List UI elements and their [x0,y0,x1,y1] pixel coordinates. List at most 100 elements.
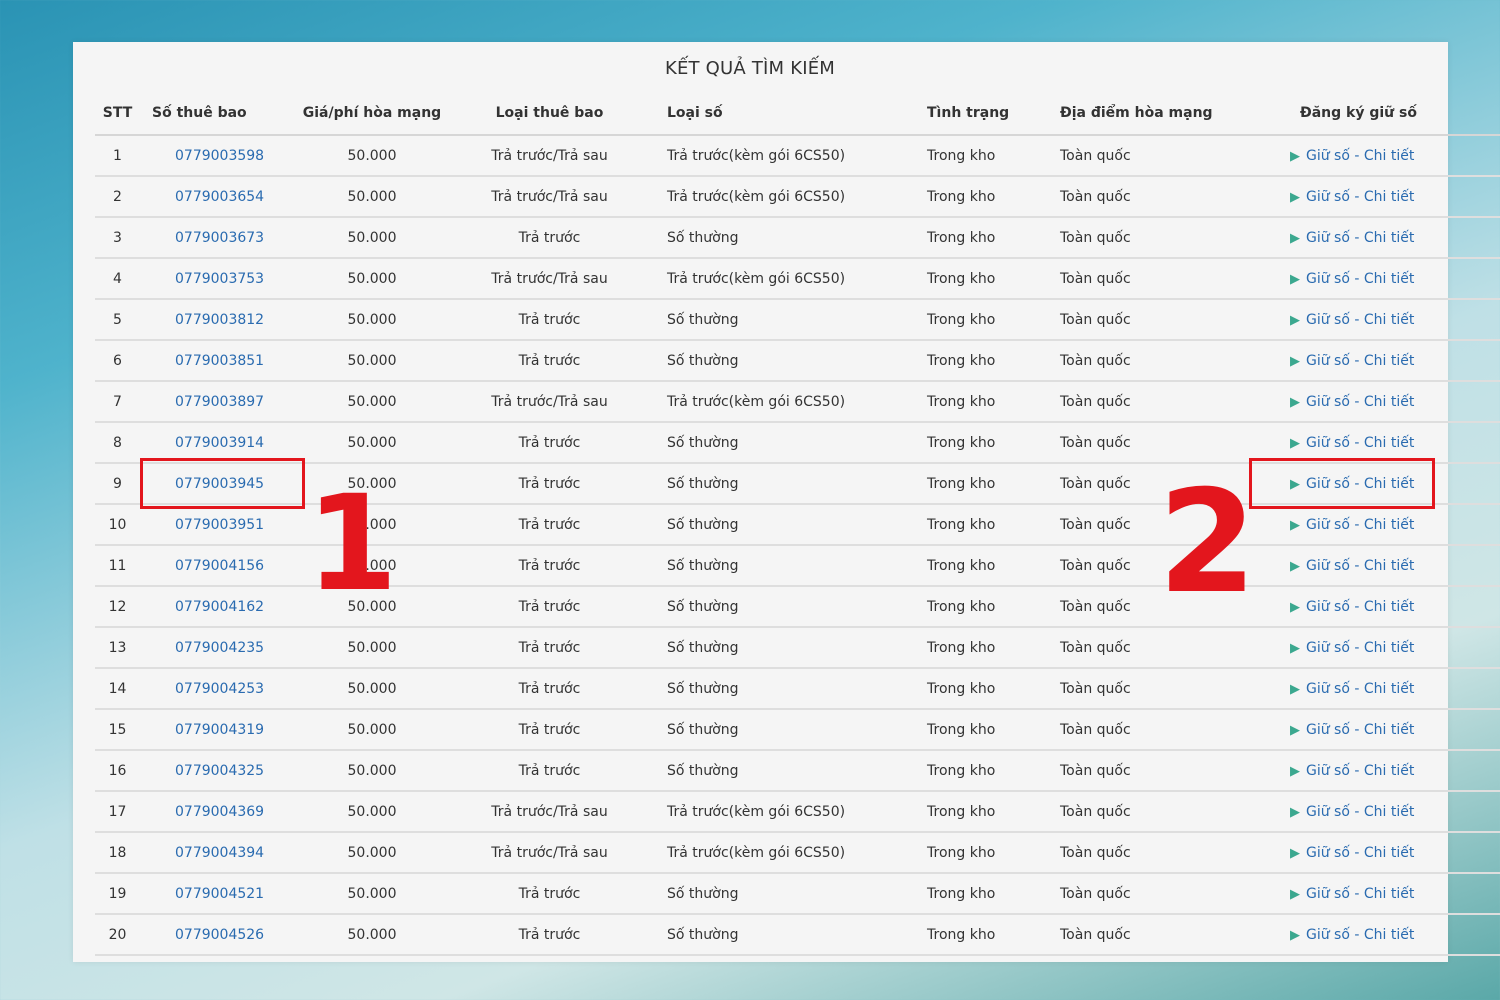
cell-status: Trong kho [922,791,1052,833]
cell-subscription-type: Trả trước [442,504,657,546]
hold-number-link[interactable]: Giữ số [1306,353,1350,369]
phone-number-link[interactable]: 0779004235 [175,640,264,656]
cell-status: Trong kho [922,299,1052,341]
phone-number-link[interactable]: 0779003812 [175,312,264,328]
phone-number-link[interactable]: 0779003673 [175,230,264,246]
detail-link[interactable]: Chi tiết [1364,312,1414,328]
chevron-right-icon: ▶ [1290,148,1300,164]
detail-link[interactable]: Chi tiết [1364,435,1414,451]
detail-link[interactable]: Chi tiết [1364,845,1414,861]
cell-fee: 50.000 [302,791,442,833]
phone-number-link[interactable]: 0779004526 [175,927,264,943]
hold-number-link[interactable]: Giữ số [1306,435,1350,451]
hold-number-link[interactable]: Giữ số [1306,722,1350,738]
detail-link[interactable]: Chi tiết [1364,271,1414,287]
hold-number-link[interactable]: Giữ số [1306,312,1350,328]
hold-number-link[interactable]: Giữ số [1306,517,1350,533]
cell-location: Toàn quốc [1052,381,1265,423]
detail-link[interactable]: Chi tiết [1364,722,1414,738]
cell-subscription-type: Trả trước/Trả sau [442,135,657,177]
cell-status: Trong kho [922,750,1052,792]
cell-number-type: Số thường [657,463,922,505]
col-header-number: Số thuê bao [140,92,302,136]
hold-number-link[interactable]: Giữ số [1306,927,1350,943]
phone-number-link[interactable]: 0779004156 [175,558,264,574]
phone-number-link[interactable]: 0779004253 [175,681,264,697]
phone-number-link[interactable]: 0779003914 [175,435,264,451]
hold-number-link[interactable]: Giữ số [1306,886,1350,902]
table-row: 5 0779003812 50.000 Trả trước Số thường Trong… [95,299,1500,341]
chevron-right-icon: ▶ [1290,189,1300,205]
cell-stt: 16 [95,750,140,792]
cell-number-type: Số thường [657,750,922,792]
detail-link[interactable]: Chi tiết [1364,353,1414,369]
cell-fee: 50.000 [302,422,442,464]
cell-stt: 10 [95,504,140,546]
detail-link[interactable]: Chi tiết [1364,517,1414,533]
cell-fee: 50.000 [302,217,442,259]
link-separator: - [1354,188,1360,205]
cell-subscription-type: Trả trước [442,217,657,259]
table-row: 16 0779004325 50.000 Trả trước Số thường Tron… [95,750,1500,792]
phone-number-link[interactable]: 0779003851 [175,353,264,369]
detail-link[interactable]: Chi tiết [1364,189,1414,205]
detail-link[interactable]: Chi tiết [1364,558,1414,574]
link-separator: - [1354,434,1360,451]
link-separator: - [1354,557,1360,574]
cell-subscription-type: Trả trước/Trả sau [442,791,657,833]
phone-number-link[interactable]: 0779004319 [175,722,264,738]
detail-link[interactable]: Chi tiết [1364,804,1414,820]
hold-number-link[interactable]: Giữ số [1306,804,1350,820]
cell-subscription-type: Trả trước/Trả sau [442,381,657,423]
link-separator: - [1354,598,1360,615]
hold-number-link[interactable]: Giữ số [1306,230,1350,246]
cell-status: Trong kho [922,627,1052,669]
col-header-number-type: Loại số [657,92,922,136]
detail-link[interactable]: Chi tiết [1364,640,1414,656]
col-header-register: Đăng ký giữ số [1265,92,1500,136]
table-row: 2 0779003654 50.000 Trả trước/Trả sau Trả tr… [95,176,1500,218]
cell-stt: 2 [95,176,140,218]
link-separator: - [1354,926,1360,943]
link-separator: - [1354,270,1360,287]
detail-link[interactable]: Chi tiết [1364,886,1414,902]
phone-number-link[interactable]: 0779004325 [175,763,264,779]
hold-number-link[interactable]: Giữ số [1306,681,1350,697]
phone-number-link[interactable]: 0779003598 [175,148,264,164]
phone-number-link[interactable]: 0779004162 [175,599,264,615]
cell-status: Trong kho [922,463,1052,505]
hold-number-link[interactable]: Giữ số [1306,189,1350,205]
phone-number-link[interactable]: 0779004369 [175,804,264,820]
detail-link[interactable]: Chi tiết [1364,599,1414,615]
phone-number-link[interactable]: 0779004521 [175,886,264,902]
detail-link[interactable]: Chi tiết [1364,230,1414,246]
cell-stt: 17 [95,791,140,833]
cell-number-type: Số thường [657,627,922,669]
table-row: 17 0779004369 50.000 Trả trước/Trả sau Trả t… [95,791,1500,833]
cell-status: Trong kho [922,586,1052,628]
phone-number-link[interactable]: 0779003654 [175,189,264,205]
hold-number-link[interactable]: Giữ số [1306,640,1350,656]
detail-link[interactable]: Chi tiết [1364,927,1414,943]
hold-number-link[interactable]: Giữ số [1306,394,1350,410]
phone-number-link[interactable]: 0779004394 [175,845,264,861]
phone-number-link[interactable]: 0779003897 [175,394,264,410]
chevron-right-icon: ▶ [1290,517,1300,533]
hold-number-link[interactable]: Giữ số [1306,763,1350,779]
hold-number-link[interactable]: Giữ số [1306,599,1350,615]
hold-number-link[interactable]: Giữ số [1306,558,1350,574]
phone-number-link[interactable]: 0779003951 [175,517,264,533]
detail-link[interactable]: Chi tiết [1364,394,1414,410]
chevron-right-icon: ▶ [1290,640,1300,656]
cell-subscription-type: Trả trước [442,586,657,628]
cell-status: Trong kho [922,873,1052,915]
hold-number-link[interactable]: Giữ số [1306,148,1350,164]
detail-link[interactable]: Chi tiết [1364,681,1414,697]
hold-number-link[interactable]: Giữ số [1306,271,1350,287]
hold-number-link[interactable]: Giữ số [1306,845,1350,861]
phone-number-link[interactable]: 0779003753 [175,271,264,287]
detail-link[interactable]: Chi tiết [1364,148,1414,164]
detail-link[interactable]: Chi tiết [1364,763,1414,779]
table-row: 3 0779003673 50.000 Trả trước Số thường Trong… [95,217,1500,259]
cell-subscription-type: Trả trước [442,422,657,464]
